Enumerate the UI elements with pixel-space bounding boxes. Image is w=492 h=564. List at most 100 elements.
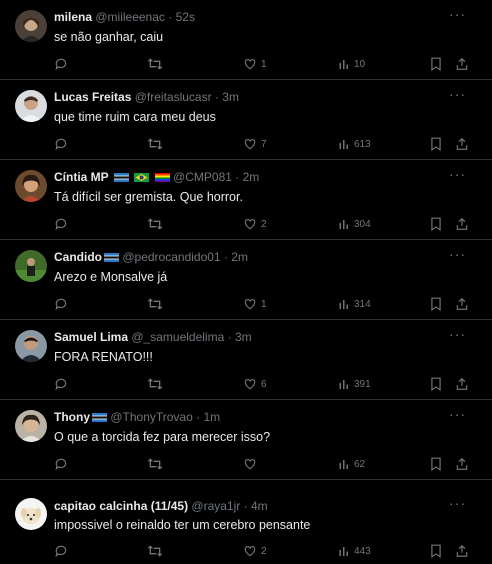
timestamp[interactable]: 52s <box>176 10 195 24</box>
more-options-icon[interactable]: ··· <box>449 327 466 341</box>
tweet-actions: 6 391 <box>0 376 492 392</box>
user-handle[interactable]: @_samueldelima <box>131 330 224 344</box>
avatar[interactable] <box>15 10 47 42</box>
display-name[interactable]: Thony <box>54 410 90 424</box>
display-name[interactable]: Candido <box>54 250 102 264</box>
avatar[interactable] <box>15 90 47 122</box>
bookmark-button[interactable] <box>430 376 442 392</box>
retweet-button[interactable] <box>147 136 163 152</box>
tweet-actions: 7 613 <box>0 136 492 152</box>
user-handle[interactable]: @raya1jr <box>191 499 240 513</box>
rainbow-flag-icon <box>154 173 170 182</box>
views-button[interactable]: 304 <box>338 216 371 232</box>
more-options-icon[interactable]: ··· <box>449 496 466 510</box>
views-button[interactable]: 314 <box>338 296 371 312</box>
heart-icon <box>244 379 256 390</box>
avatar[interactable] <box>15 170 47 202</box>
timestamp[interactable]: 4m <box>251 499 268 513</box>
separator: · <box>243 499 248 513</box>
heart-icon <box>244 299 256 310</box>
user-handle[interactable]: @miileeenac <box>95 10 165 24</box>
reply-button[interactable] <box>54 56 68 72</box>
views-button[interactable]: 613 <box>338 136 371 152</box>
share-button[interactable] <box>455 296 469 312</box>
heart-icon <box>244 459 256 470</box>
more-options-icon[interactable]: ··· <box>449 407 466 421</box>
view-count: 62 <box>354 458 366 470</box>
bookmark-button[interactable] <box>430 296 442 312</box>
share-button[interactable] <box>455 543 469 559</box>
views-button[interactable]: 391 <box>338 376 371 392</box>
display-name[interactable]: capitao calcinha (11/45) <box>54 499 188 513</box>
reply-button[interactable] <box>54 376 68 392</box>
like-button[interactable]: 1 <box>243 296 267 312</box>
timestamp[interactable]: 2m <box>231 250 248 264</box>
share-button[interactable] <box>455 56 469 72</box>
retweet-button[interactable] <box>147 296 163 312</box>
views-icon <box>339 140 348 149</box>
bookmark-button[interactable] <box>430 216 442 232</box>
more-options-icon[interactable]: ··· <box>449 87 466 101</box>
reply-button[interactable] <box>54 543 68 559</box>
avatar[interactable] <box>15 330 47 362</box>
retweet-button[interactable] <box>147 456 163 472</box>
user-handle[interactable]: @freitaslucasr <box>135 90 212 104</box>
tweet[interactable]: Samuel Lima @_samueldelima · 3m ··· FORA… <box>0 320 492 400</box>
tweet-actions: 1 314 <box>0 296 492 312</box>
view-count: 304 <box>354 218 371 230</box>
like-button[interactable]: 7 <box>243 136 267 152</box>
tweet[interactable]: Cíntia MP @CMP081 · 2m ··· Tá difícil se… <box>0 160 492 240</box>
more-options-icon[interactable]: ··· <box>449 247 466 261</box>
retweet-button[interactable] <box>147 56 163 72</box>
display-name[interactable]: milena <box>54 10 92 24</box>
retweet-button[interactable] <box>147 216 163 232</box>
reply-button[interactable] <box>54 296 68 312</box>
like-button[interactable]: 2 <box>243 543 267 559</box>
like-button[interactable] <box>243 456 261 472</box>
user-handle[interactable]: @ThonyTrovao <box>110 410 192 424</box>
like-button[interactable]: 2 <box>243 216 267 232</box>
views-button[interactable]: 10 <box>338 56 365 72</box>
display-name[interactable]: Lucas Freitas <box>54 90 131 104</box>
user-handle[interactable]: @pedrocandido01 <box>122 250 220 264</box>
tweet[interactable]: capitao calcinha (11/45) @raya1jr · 4m ·… <box>0 480 492 564</box>
timestamp[interactable]: 1m <box>203 410 220 424</box>
tweet[interactable]: milena @miileeenac · 52s ··· se não ganh… <box>0 0 492 80</box>
tweet-actions: 62 <box>0 456 492 472</box>
reply-button[interactable] <box>54 136 68 152</box>
share-button[interactable] <box>455 376 469 392</box>
reply-icon <box>55 378 67 391</box>
share-button[interactable] <box>455 456 469 472</box>
bookmark-button[interactable] <box>430 56 442 72</box>
bookmark-button[interactable] <box>430 136 442 152</box>
tweet[interactable]: Thony @ThonyTrovao · 1m ··· O que a torc… <box>0 400 492 480</box>
retweet-button[interactable] <box>147 376 163 392</box>
display-name[interactable]: Cíntia MP <box>54 170 109 184</box>
timestamp[interactable]: 3m <box>222 90 239 104</box>
timestamp[interactable]: 3m <box>235 330 252 344</box>
reply-button[interactable] <box>54 216 68 232</box>
views-button[interactable]: 62 <box>338 456 365 472</box>
more-options-icon[interactable]: ··· <box>449 7 466 21</box>
share-button[interactable] <box>455 136 469 152</box>
reply-icon <box>55 458 67 471</box>
avatar[interactable] <box>15 498 47 530</box>
user-handle[interactable]: @CMP081 <box>173 170 232 184</box>
bookmark-button[interactable] <box>430 543 442 559</box>
reply-icon <box>55 545 67 558</box>
views-button[interactable]: 443 <box>338 543 371 559</box>
share-button[interactable] <box>455 216 469 232</box>
timestamp[interactable]: 2m <box>243 170 260 184</box>
tweet[interactable]: Lucas Freitas @freitaslucasr · 3m ··· qu… <box>0 80 492 160</box>
avatar[interactable] <box>15 250 47 282</box>
bookmark-button[interactable] <box>430 456 442 472</box>
display-name[interactable]: Samuel Lima <box>54 330 128 344</box>
avatar[interactable] <box>15 410 47 442</box>
reply-button[interactable] <box>54 456 68 472</box>
retweet-button[interactable] <box>147 543 163 559</box>
like-button[interactable]: 6 <box>243 376 267 392</box>
like-button[interactable]: 1 <box>243 56 267 72</box>
more-options-icon[interactable]: ··· <box>449 167 466 181</box>
tweet[interactable]: Candido @pedrocandido01 · 2m ··· Arezo e… <box>0 240 492 320</box>
like-count: 2 <box>261 218 267 230</box>
